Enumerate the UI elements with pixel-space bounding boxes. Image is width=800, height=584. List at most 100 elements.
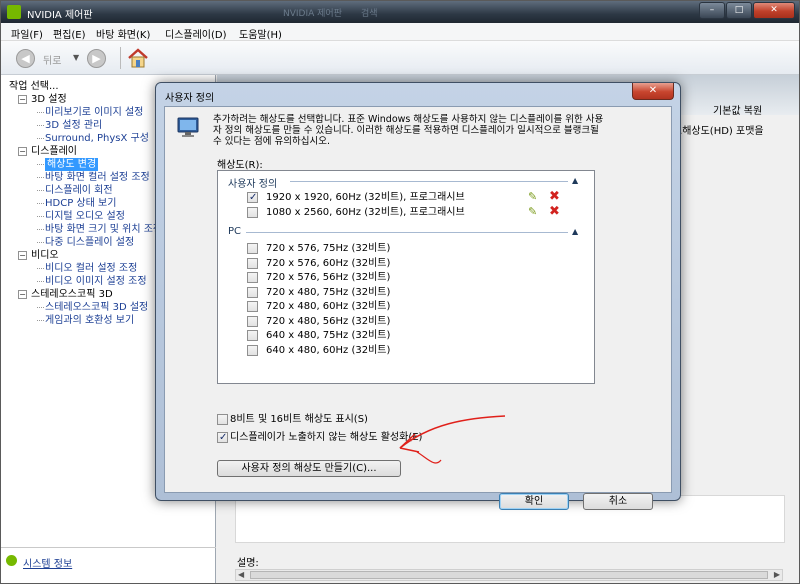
task-pane-header: 작업 선택... bbox=[9, 81, 59, 92]
resolution-checkbox[interactable] bbox=[247, 301, 258, 312]
ghost-tab-label: 검색 bbox=[361, 9, 378, 19]
tree-item[interactable]: 다중 디스플레이 설정 bbox=[36, 236, 134, 249]
tree-item[interactable]: 미리보기로 이미지 설정 bbox=[36, 106, 143, 119]
maximize-button[interactable]: □ bbox=[726, 2, 752, 19]
tree-item[interactable]: 디지털 오디오 설정 bbox=[37, 210, 125, 223]
delete-x-icon[interactable]: ✖ bbox=[549, 204, 560, 219]
resolution-checkbox[interactable] bbox=[247, 286, 258, 298]
option-8-16-bit-checkbox[interactable] bbox=[217, 414, 228, 425]
menu-file[interactable]: 파일(F) bbox=[11, 26, 43, 41]
menu-desktop[interactable]: 바탕 화면(K) bbox=[96, 26, 150, 41]
window-title: NVIDIA 제어판 bbox=[27, 10, 93, 21]
system-info-icon bbox=[6, 555, 17, 566]
tree-category[interactable]: 디스플레이 bbox=[31, 145, 77, 158]
intro-line: 수 있다는 점에 유의하십시오. bbox=[213, 136, 330, 147]
menu-edit[interactable]: 편집(E) bbox=[53, 26, 86, 41]
resolution-checkbox[interactable] bbox=[247, 191, 258, 204]
delete-x-icon[interactable]: ✖ bbox=[549, 189, 560, 204]
group-header: PC bbox=[228, 226, 242, 237]
back-arrow-icon[interactable]: ◀ bbox=[16, 49, 35, 68]
nvidia-logo-icon bbox=[7, 5, 21, 19]
group-divider bbox=[290, 181, 568, 182]
restore-defaults-link[interactable]: 기본값 복원 bbox=[713, 102, 762, 117]
resolution-label: 720 x 576, 56Hz (32비트) bbox=[266, 272, 391, 283]
forward-arrow-icon[interactable]: ▶ bbox=[87, 49, 106, 68]
resolution-label: 1920 x 1920, 60Hz (32비트), 프로그래시브 bbox=[266, 192, 465, 203]
collapse-icon[interactable]: − bbox=[18, 251, 27, 260]
resolution-checkbox[interactable] bbox=[247, 315, 258, 327]
dialog-body: 추가하려는 해상도를 선택합니다. 표준 Windows 해상도를 사용하지 않… bbox=[164, 106, 672, 510]
create-custom-resolution-button[interactable]: 사용자 정의 해상도 만들기(C)... bbox=[217, 460, 401, 477]
resolution-label: 720 x 480, 75Hz (32비트) bbox=[266, 286, 391, 298]
tree-item[interactable]: 바탕 화면 크기 및 위치 조정 bbox=[36, 223, 162, 236]
resolution-list-label: 해상도(R): bbox=[217, 160, 263, 171]
tree-item[interactable]: 해상도 변경 bbox=[36, 158, 99, 171]
system-info-label: 시스템 정보 bbox=[23, 559, 73, 570]
tree-category[interactable]: 비디오 bbox=[31, 249, 59, 262]
group-collapse-icon[interactable]: ▲ bbox=[572, 176, 578, 185]
collapse-icon[interactable]: − bbox=[18, 290, 27, 299]
resolution-label: 720 x 576, 60Hz (32비트) bbox=[266, 257, 391, 269]
minimize-button[interactable]: – bbox=[699, 2, 725, 19]
dialog-title: 사용자 정의 bbox=[165, 93, 215, 104]
tree-item[interactable]: 디스플레이 회전 bbox=[37, 184, 113, 197]
edit-pencil-icon[interactable]: ✎ bbox=[528, 190, 537, 203]
dialog-intro-text: 추가하려는 해상도를 선택합니다. 표준 Windows 해상도를 사용하지 않… bbox=[213, 114, 657, 147]
tree-item[interactable]: HDCP 상태 보기 bbox=[36, 197, 116, 210]
cancel-button[interactable]: 취소 bbox=[583, 493, 653, 510]
resolution-checkbox[interactable] bbox=[247, 330, 258, 341]
edit-pencil-icon[interactable]: ✎ bbox=[528, 205, 537, 218]
custom-resolution-dialog: 사용자 정의 ✕ 추가하려는 해상도를 선택합니다. 표준 Windows 해상… bbox=[155, 82, 681, 510]
tree-item[interactable]: 비디오 이미지 설정 조정 bbox=[37, 275, 147, 288]
menu-help[interactable]: 도움말(H) bbox=[239, 26, 282, 41]
tree-item[interactable]: 3D 설정 관리 bbox=[36, 119, 102, 132]
ok-button[interactable]: 확인 bbox=[499, 493, 569, 510]
tree-item[interactable]: 스테레오스코픽 3D 설정 bbox=[36, 301, 148, 314]
monitor-icon bbox=[177, 117, 199, 137]
scroll-right-icon[interactable]: ▶ bbox=[774, 570, 780, 579]
tree-item[interactable]: Surround, PhysX 구성 bbox=[37, 132, 149, 145]
resolution-label: 1080 x 2560, 60Hz (32비트), 프로그래시브 bbox=[266, 206, 465, 218]
resolution-checkbox[interactable] bbox=[247, 344, 258, 356]
collapse-icon[interactable]: − bbox=[18, 147, 27, 156]
back-label[interactable]: 뒤로 bbox=[43, 52, 61, 67]
option-hidden-resolutions-label: 디스플레이가 노출하지 않는 해상도 활성화(E) bbox=[230, 432, 423, 443]
caption-buttons: – □ ✕ bbox=[699, 2, 795, 19]
resolution-label: 720 x 480, 60Hz (32비트) bbox=[266, 301, 391, 312]
tree-item[interactable]: 비디오 컬러 설정 조정 bbox=[36, 262, 137, 275]
description-label: 설명: bbox=[237, 558, 259, 569]
navigation-toolbar: ◀ 뒤로 ▼ ▶ bbox=[1, 41, 799, 75]
scroll-left-icon[interactable]: ◀ bbox=[238, 570, 244, 579]
resolution-checkbox[interactable] bbox=[247, 257, 258, 269]
intro-line: 자 정의 해상도를 만들 수 있습니다. 이러한 해상도를 적용하면 디스플레이… bbox=[213, 125, 599, 136]
group-collapse-icon[interactable]: ▲ bbox=[572, 227, 578, 236]
home-icon[interactable] bbox=[127, 47, 149, 69]
resolution-label: 640 x 480, 60Hz (32비트) bbox=[266, 344, 391, 356]
back-dropdown-icon[interactable]: ▼ bbox=[73, 53, 79, 62]
ghost-tab-label: NVIDIA 제어판 bbox=[283, 9, 342, 19]
horizontal-scrollbar[interactable]: ◀ ▶ bbox=[235, 569, 783, 581]
group-header: 사용자 정의 bbox=[228, 179, 278, 190]
tree-item[interactable]: 바탕 화면 컬러 설정 조정 bbox=[37, 171, 150, 184]
task-pane-divider bbox=[1, 547, 216, 548]
system-info-link[interactable]: 시스템 정보 bbox=[6, 555, 73, 570]
content-description-text: 고해상도(HD) 포맷을 bbox=[673, 126, 764, 137]
tree-category[interactable]: 3D 설정 bbox=[31, 93, 67, 106]
window-titlebar[interactable]: NVIDIA 제어판 NVIDIA 제어판 검색 – □ ✕ bbox=[1, 1, 799, 23]
menu-bar: 파일(F) 편집(E) 바탕 화면(K) 디스플레이(D) 도움말(H) bbox=[1, 23, 799, 41]
resolution-list[interactable]: 사용자 정의 ▲ 1920 x 1920, 60Hz (32비트), 프로그래시브 ✎… bbox=[217, 170, 595, 384]
resolution-checkbox[interactable] bbox=[247, 206, 258, 218]
resolution-checkbox[interactable] bbox=[247, 272, 258, 283]
resolution-checkbox[interactable] bbox=[247, 243, 258, 254]
option-hidden-resolutions-checkbox[interactable] bbox=[217, 431, 228, 444]
tree-item[interactable]: 게임과의 호환성 보기 bbox=[36, 314, 134, 327]
tree-category[interactable]: 스테레오스코픽 3D bbox=[31, 288, 113, 301]
close-window-button[interactable]: ✕ bbox=[753, 2, 795, 19]
toolbar-divider bbox=[120, 47, 121, 69]
option-8-16-bit-label: 8비트 및 16비트 해상도 표시(S) bbox=[230, 414, 368, 425]
collapse-icon[interactable]: − bbox=[18, 95, 27, 104]
dialog-close-button[interactable]: ✕ bbox=[632, 83, 674, 100]
scrollbar-thumb[interactable] bbox=[250, 571, 768, 579]
menu-display[interactable]: 디스플레이(D) bbox=[165, 26, 227, 41]
intro-line: 추가하려는 해상도를 선택합니다. 표준 Windows 해상도를 사용하지 않… bbox=[213, 114, 604, 125]
